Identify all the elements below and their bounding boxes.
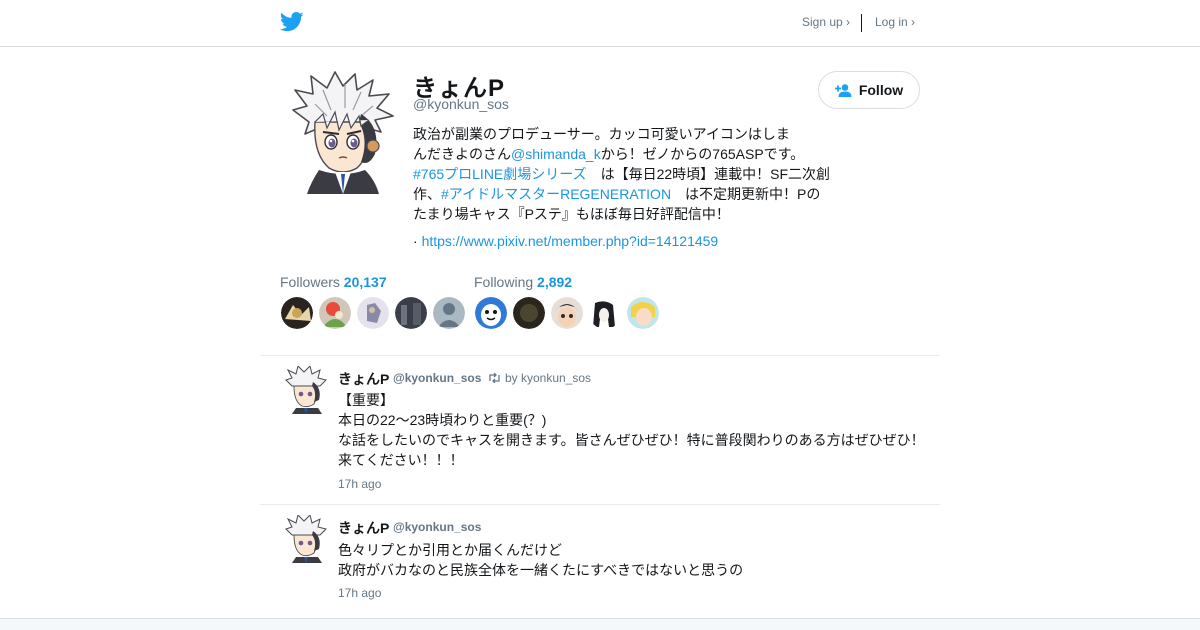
profile-handle: @kyonkun_sos (413, 96, 509, 112)
tweet-author-handle[interactable]: @kyonkun_sos (393, 520, 481, 534)
tweet-avatar[interactable] (284, 366, 328, 414)
follower-avatar[interactable] (281, 297, 313, 329)
bio-line: 政治が副業のプロデューサー。カッコ可愛いアイコンはしま (413, 126, 790, 142)
profile-url-row: · https://www.pixiv.net/member.php?id=14… (413, 233, 719, 249)
nav-divider (861, 14, 862, 32)
bio-line: #765プロLINE劇場シリーズ は【毎日22時頃】連載中！SF二次創 (413, 166, 831, 182)
tweet-text: 色々リプとか引用とか届くんだけど 政府がバカなのと民族全体を一緒くたにすべきでは… (338, 542, 744, 578)
tweet-author-name[interactable]: きょんP (338, 369, 389, 389)
following-avatar[interactable] (627, 297, 659, 329)
retweet-icon (489, 373, 500, 383)
follower-avatar[interactable] (395, 297, 427, 329)
profile-avatar[interactable] (289, 70, 397, 194)
tweet-author-name[interactable]: きょんP (338, 518, 389, 538)
following-avatar[interactable] (589, 297, 621, 329)
add-user-icon (834, 84, 852, 97)
hashtag-link[interactable]: #アイドルマスターREGENERATION (441, 186, 671, 202)
page-footer-strip (0, 618, 1200, 630)
mention-link[interactable]: @shimanda_k (511, 146, 601, 162)
sign-up-link[interactable]: Sign up › (802, 15, 850, 29)
profile-url-link[interactable]: https://www.pixiv.net/member.php?id=1412… (422, 233, 719, 249)
log-in-link[interactable]: Log in › (875, 15, 915, 29)
top-bar: Sign up › Log in › (0, 0, 1200, 47)
following-avatar[interactable] (475, 297, 507, 329)
follow-label: Follow (858, 82, 904, 98)
tweet-author-handle[interactable]: @kyonkun_sos (393, 371, 481, 385)
following-avatar[interactable] (551, 297, 583, 329)
following-stat[interactable]: Following 2,892 (474, 274, 572, 290)
retweet-indicator: by kyonkun_sos (488, 371, 591, 385)
follower-avatar[interactable] (357, 297, 389, 329)
bio-line: たまり場キャス『Pステ』もほぼ毎日好評配信中！ (413, 206, 730, 222)
tweet-text: 【重要】 本日の22～23時頃わりと重要(？) な話をしたいのでキャスを開きます… (338, 392, 925, 468)
tweet-divider (260, 504, 940, 505)
follower-avatar[interactable] (319, 297, 351, 329)
tweet-avatar[interactable] (284, 515, 328, 563)
follow-button[interactable]: Follow (818, 71, 920, 109)
tweet-timestamp[interactable]: 17h ago (338, 586, 381, 600)
bio-line: んだきよのさん@shimanda_kから！ゼノからの765ASPです。 (413, 146, 805, 162)
profile-bio: 政治が副業のプロデューサー。カッコ可愛いアイコンはしま んだきよのさん@shim… (413, 124, 838, 224)
bio-line: 作、#アイドルマスターREGENERATION は不定期更新中！Pの (413, 186, 821, 202)
tweet-timestamp[interactable]: 17h ago (338, 477, 381, 491)
twitter-bird-icon[interactable] (280, 11, 304, 33)
followers-count: 20,137 (343, 274, 387, 290)
follower-avatar[interactable] (433, 297, 465, 329)
section-divider (260, 355, 940, 356)
hashtag-link[interactable]: #765プロLINE劇場シリーズ (413, 166, 587, 182)
following-count: 2,892 (537, 274, 573, 290)
followers-stat[interactable]: Followers 20,137 (280, 274, 387, 290)
following-avatar[interactable] (513, 297, 545, 329)
